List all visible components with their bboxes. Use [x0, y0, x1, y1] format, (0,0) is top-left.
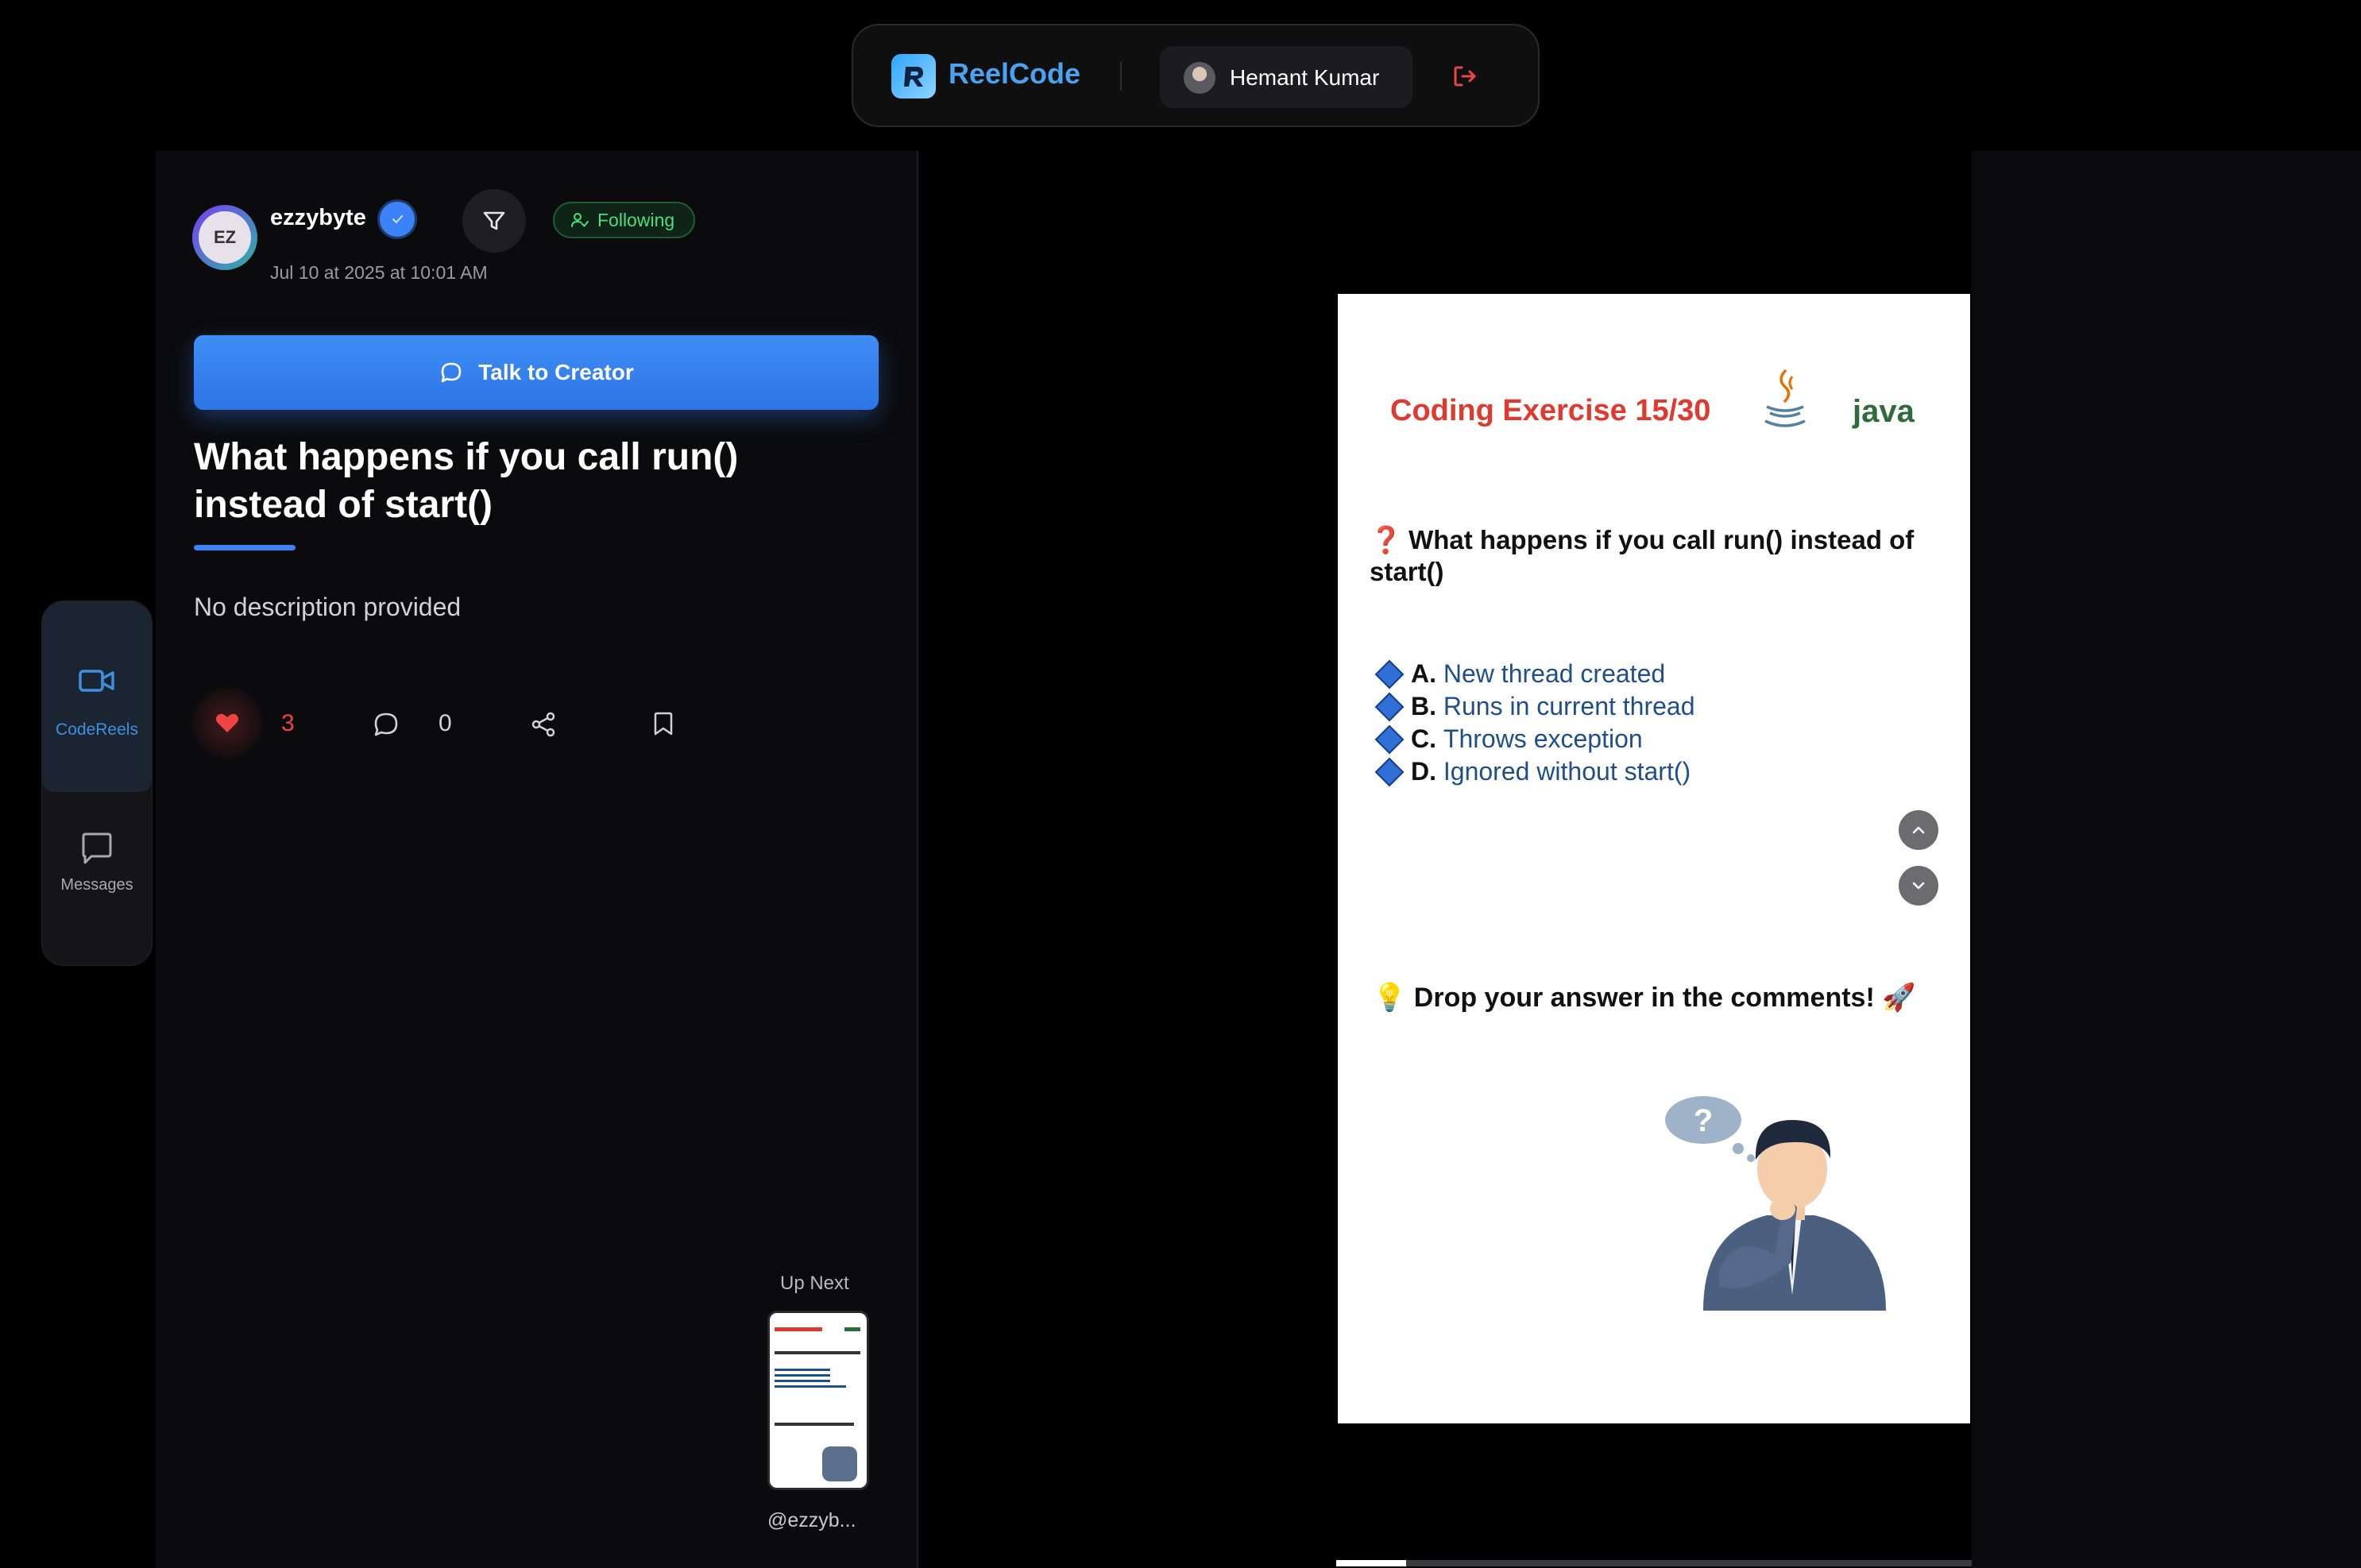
next-reel-button[interactable]: [1899, 866, 1938, 906]
answer-options: A. New thread created B. Runs in current…: [1373, 658, 1695, 788]
reel-question-text: What happens if you call run() instead o…: [1370, 525, 1915, 586]
option-text: New thread created: [1443, 659, 1666, 688]
logout-icon[interactable]: [1449, 60, 1481, 92]
like-count: 3: [281, 710, 295, 736]
reel-question: ❓ What happens if you call run() instead …: [1370, 524, 1942, 588]
rail-item-messages[interactable]: Messages: [42, 792, 152, 951]
comment-count: 0: [439, 710, 452, 736]
option-letter: B.: [1411, 692, 1436, 720]
diamond-icon: [1374, 692, 1405, 721]
option-letter: C.: [1411, 724, 1436, 753]
reel-title: Coding Exercise 15/30: [1390, 394, 1711, 427]
comment-icon[interactable]: [372, 710, 400, 739]
following-label: Following: [597, 209, 675, 230]
thinking-person-illustration: ?: [1665, 1096, 1886, 1311]
filter-button[interactable]: [462, 189, 526, 253]
option-letter: D.: [1411, 757, 1436, 786]
side-rail: CodeReels Messages: [41, 601, 153, 966]
language-label: java: [1853, 394, 1915, 429]
chevron-up-icon: [1912, 826, 1925, 834]
talk-to-creator-button[interactable]: Talk to Creator: [194, 335, 879, 410]
verified-badge-icon: [380, 202, 415, 237]
user-check-icon: [571, 213, 589, 227]
heart-icon: [216, 713, 238, 732]
creator-name[interactable]: ezzybyte: [270, 205, 366, 231]
svg-text:?: ?: [1694, 1103, 1713, 1138]
following-button[interactable]: Following: [553, 202, 696, 238]
reel-video[interactable]: Coding Exercise 15/30 java ❓ What happens…: [1338, 294, 1970, 1423]
creator-avatar[interactable]: EZ: [192, 205, 257, 270]
up-next-thumbnail[interactable]: [767, 1311, 869, 1490]
post-title: What happens if you call run() instead o…: [194, 436, 739, 526]
chat-bubble-icon: [82, 832, 112, 864]
up-next-label: Up Next: [780, 1273, 849, 1294]
video-progress-bar[interactable]: [1336, 1560, 1972, 1566]
option-b: B. Runs in current thread: [1373, 690, 1695, 723]
video-camera-icon: [79, 670, 114, 692]
rail-label-codereels: CodeReels: [56, 720, 138, 739]
reel-call-to-action: 💡 Drop your answer in the comments! 🚀: [1373, 983, 1916, 1013]
reelcode-logo-icon[interactable]: [891, 54, 936, 98]
chevron-down-icon: [1912, 882, 1925, 890]
video-progress-fill: [1336, 1560, 1406, 1566]
video-backdrop: [918, 151, 1338, 1568]
up-next-handle[interactable]: @ezzyb...: [767, 1509, 856, 1532]
share-icon[interactable]: [529, 710, 558, 739]
post-date: Jul 10 at 2025 at 10:01 AM: [270, 262, 488, 283]
option-text: Runs in current thread: [1443, 692, 1695, 720]
title-underline: [194, 545, 296, 550]
header-divider: [1120, 62, 1122, 91]
rail-item-codereels[interactable]: CodeReels: [42, 601, 152, 792]
diamond-icon: [1374, 659, 1405, 689]
filter-icon: [483, 211, 505, 230]
option-d: D. Ignored without start(): [1373, 755, 1695, 788]
option-text: Throws exception: [1443, 724, 1643, 753]
post-info-panel: EZ ezzybyte Following Jul 10 at 2025 at …: [156, 151, 917, 1568]
java-logo-icon: [1764, 369, 1806, 427]
chat-icon: [441, 362, 462, 383]
option-text: Ignored without start(): [1443, 757, 1691, 786]
user-menu[interactable]: Hemant Kumar: [1160, 46, 1412, 108]
rail-label-messages: Messages: [60, 876, 133, 894]
creator-initials: EZ: [199, 211, 251, 264]
post-description: No description provided: [194, 593, 462, 621]
diamond-icon: [1374, 757, 1405, 786]
avatar: [1184, 62, 1215, 94]
user-name: Hemant Kumar: [1230, 65, 1380, 90]
diamond-icon: [1374, 724, 1405, 754]
top-header: ReelCode Hemant Kumar: [852, 24, 1540, 127]
right-backdrop: [1972, 151, 2361, 1568]
option-letter: A.: [1411, 659, 1436, 688]
brand-name[interactable]: ReelCode: [949, 57, 1080, 91]
bookmark-icon[interactable]: [650, 710, 677, 737]
previous-reel-button[interactable]: [1899, 810, 1938, 850]
option-a: A. New thread created: [1373, 658, 1695, 690]
option-c: C. Throws exception: [1373, 723, 1695, 755]
question-mark-icon: ❓: [1370, 525, 1403, 554]
talk-to-creator-label: Talk to Creator: [478, 360, 634, 384]
like-button[interactable]: [189, 685, 265, 761]
